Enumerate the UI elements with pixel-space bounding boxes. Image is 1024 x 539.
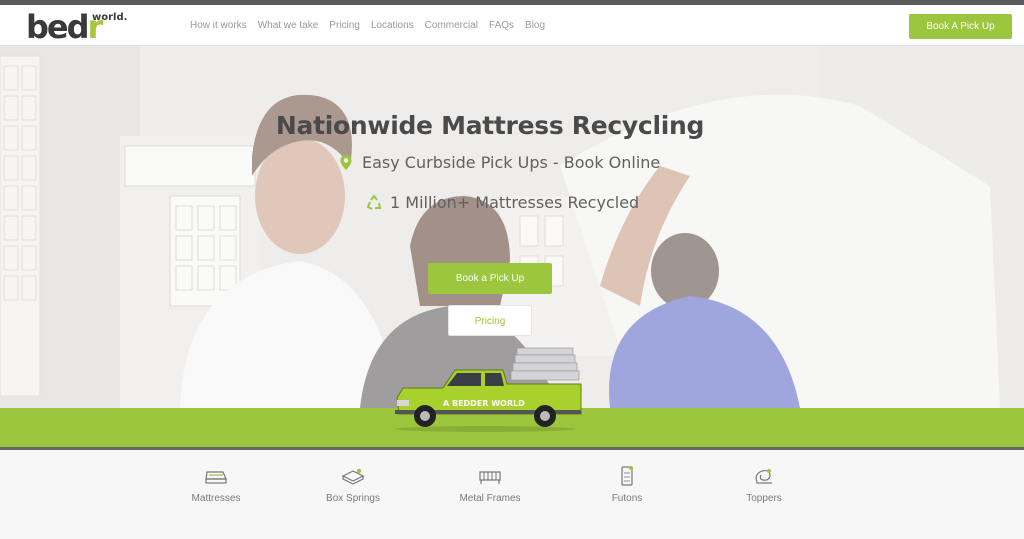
metal-frame-icon <box>479 471 501 484</box>
map-pin-icon <box>340 155 352 170</box>
category-box-springs-label: Box Springs <box>326 493 380 504</box>
feature-curbside-text: Easy Curbside Pick Ups - Book Online <box>362 153 661 172</box>
topper-icon <box>755 469 772 484</box>
nav-commercial[interactable]: Commercial <box>425 19 478 33</box>
pricing-hero-button[interactable]: Pricing <box>448 305 532 336</box>
category-metal-frames[interactable]: Metal Frames <box>440 466 540 506</box>
nav-blog[interactable]: Blog <box>525 19 545 33</box>
nav-faqs[interactable]: FAQs <box>489 19 514 33</box>
feature-recycled-text: 1 Million+ Mattresses Recycled <box>390 193 640 212</box>
category-box-springs[interactable]: Box Springs <box>303 466 403 506</box>
mattress-icon <box>205 471 227 484</box>
feature-curbside: Easy Curbside Pick Ups - Book Online <box>338 153 660 173</box>
book-pickup-hero-button[interactable]: Book a Pick Up <box>428 263 552 294</box>
category-mattresses[interactable]: Mattresses <box>166 466 266 506</box>
logo-main-text: bed <box>26 8 90 46</box>
logo-sub-text: world. <box>92 12 128 23</box>
hero-title: Nationwide Mattress Recycling <box>275 111 705 140</box>
book-pickup-header-button[interactable]: Book A Pick Up <box>909 14 1012 39</box>
category-futons-label: Futons <box>611 493 643 504</box>
nav-how-it-works[interactable]: How it works <box>190 19 247 33</box>
main-nav: How it works What we take Pricing Locati… <box>190 19 556 33</box>
feature-recycled: 1 Million+ Mattresses Recycled <box>366 193 639 213</box>
accepted-items-section: Mattresses Box Springs Metal Frames Futo… <box>0 450 1024 539</box>
futon-icon <box>621 466 633 486</box>
category-metal-frames-label: Metal Frames <box>459 493 521 504</box>
nav-locations[interactable]: Locations <box>371 19 414 33</box>
box-spring-icon <box>341 468 365 485</box>
category-toppers[interactable]: Toppers <box>714 466 814 506</box>
recycle-icon <box>366 194 382 210</box>
category-toppers-label: Toppers <box>746 493 782 504</box>
bedr-world-logo[interactable]: bedr world. <box>26 8 128 46</box>
pickup-truck-illustration: A BEDDER WORLD <box>395 347 582 432</box>
category-futons[interactable]: Futons <box>577 466 677 506</box>
nav-what-we-take[interactable]: What we take <box>258 19 319 33</box>
logo-wordmark: bedr <box>26 8 103 46</box>
site-header: bedr world. How it works What we take Pr… <box>0 5 1024 46</box>
truck-text: A BEDDER WORLD <box>443 399 525 408</box>
category-mattresses-label: Mattresses <box>191 493 241 504</box>
nav-pricing[interactable]: Pricing <box>329 19 360 33</box>
